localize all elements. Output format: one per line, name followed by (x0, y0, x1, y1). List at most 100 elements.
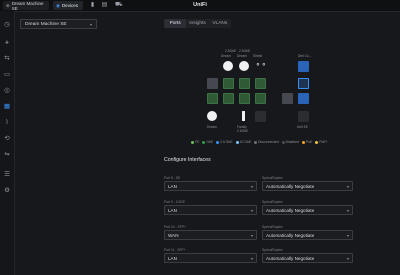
chevron-down-icon: ▾ (346, 232, 349, 238)
topology-icon[interactable]: ▤ (101, 2, 108, 9)
chevron-down-icon: ▾ (346, 183, 349, 189)
port-connected[interactable] (239, 61, 249, 71)
topology-icon[interactable]: ⚹ (3, 39, 11, 47)
device-icon[interactable]: ▮ (89, 2, 96, 9)
clients-icon[interactable]: ⇆ (3, 55, 11, 63)
chevron-down-icon: ▾ (346, 207, 349, 213)
port-connected[interactable] (223, 61, 233, 71)
tab-ports[interactable]: Ports (164, 19, 187, 28)
port-field-label: Port 8 - SE (164, 176, 181, 180)
speed-field-label: Speed/Duplex (262, 225, 283, 229)
port[interactable] (255, 78, 266, 89)
port-label: Shield (253, 54, 263, 58)
app-title: UniFi (193, 2, 207, 8)
select-value: LAN (168, 255, 177, 261)
port[interactable] (255, 93, 266, 104)
settings-icon[interactable]: ⚙ (3, 187, 11, 195)
legend-item: FE (191, 140, 199, 144)
tab-insights[interactable]: Insights (186, 19, 208, 28)
port-label: Dream (207, 125, 217, 129)
port[interactable] (239, 93, 250, 104)
unifi-icon: ◉ (56, 2, 60, 8)
legend-item: Disabled (281, 140, 299, 144)
legend-dot (254, 140, 258, 144)
tab-dream-machine[interactable]: ⊕ Dream Machine SE (3, 0, 49, 11)
device-select[interactable]: Dream Machine SE ▾ (20, 19, 97, 29)
speed-field-label: Speed/Duplex (262, 200, 283, 204)
chevron-down-icon: ▾ (250, 183, 253, 189)
history-icon[interactable]: ⟲ (3, 135, 11, 143)
legend-item: GbE (202, 140, 213, 144)
port[interactable] (298, 93, 309, 104)
chevron-down-icon: ▾ (250, 255, 253, 261)
legend-item: Disconnected (254, 140, 279, 144)
tab-label: Devices (61, 3, 78, 8)
dashboard-icon[interactable]: ◷ (3, 21, 11, 29)
chevron-down-icon: ▾ (250, 207, 253, 213)
port-field-label: Port 11 - SFP+ (164, 248, 186, 252)
speed-field-label: Speed/Duplex (262, 248, 283, 252)
select-value: WAN (168, 232, 179, 238)
port-network-select[interactable]: LAN ▾ (164, 205, 257, 215)
legend-dot (315, 140, 319, 144)
port[interactable] (223, 93, 234, 104)
list-icon[interactable]: ☰ (3, 171, 11, 179)
chevron-down-icon: ▾ (250, 232, 253, 238)
wifi-icon[interactable]: ◎ (3, 87, 11, 95)
port[interactable] (298, 111, 309, 122)
port-connected[interactable] (242, 111, 245, 121)
tab-vlans[interactable]: VLANs (209, 19, 231, 28)
port-label: 2.5GbE (237, 129, 249, 133)
select-value: Automatically Negotiate (266, 232, 315, 238)
speed-select[interactable]: Automatically Negotiate ▾ (262, 253, 353, 263)
tab-devices[interactable]: ◉ Devices (53, 1, 83, 10)
port[interactable] (255, 111, 266, 122)
port-label: Dream (237, 54, 247, 58)
devices-icon[interactable]: ▭ (3, 71, 11, 79)
section-title: Configure Interfaces (164, 157, 211, 163)
select-value: LAN (168, 207, 177, 213)
port-network-select[interactable]: WAN ▾ (164, 230, 257, 240)
speed-select[interactable]: Automatically Negotiate ▾ (262, 205, 353, 215)
chevron-down-icon: ▾ (89, 21, 92, 27)
port[interactable] (207, 93, 218, 104)
port-legend: FE GbE 2.5 GbE 10 GbE Disconnected Disab… (191, 140, 328, 144)
sfp-port[interactable] (298, 61, 309, 72)
port-label: Dream (221, 54, 231, 58)
select-value: LAN (168, 183, 177, 189)
port[interactable] (239, 78, 250, 89)
device-select-value: Dream Machine SE (25, 21, 67, 27)
port-network-select[interactable]: LAN ▾ (164, 253, 257, 263)
speed-select[interactable]: Automatically Negotiate ▾ (262, 230, 353, 240)
port-network-select[interactable]: LAN ▾ (164, 181, 257, 191)
legend-dot (191, 140, 194, 144)
insights-icon[interactable]: ⌇ (3, 119, 11, 127)
speed-field-label: Speed/Duplex (262, 176, 283, 180)
legend-item: PoE (301, 140, 312, 144)
legend-dot (301, 140, 305, 144)
legend-dot (216, 140, 220, 144)
shield-icon[interactable]: ⚬⚬ (255, 61, 267, 69)
port[interactable] (207, 78, 218, 89)
network-icon[interactable]: ⇋ (3, 151, 11, 159)
ports-icon[interactable]: ▦ (3, 103, 11, 111)
port-label: Dell Co... (298, 54, 312, 58)
port-field-label: Port 9 - 2.5GE (164, 200, 186, 204)
select-value: Automatically Negotiate (266, 207, 315, 213)
tab-label: Dream Machine SE (11, 0, 44, 11)
globe-icon: ⊕ (6, 2, 10, 8)
port-selected[interactable] (298, 78, 309, 89)
port[interactable] (282, 93, 293, 104)
title-bar: ⊕ Dream Machine SE ◉ Devices ▮ ▤ ⛟ UniFi (0, 0, 400, 12)
port-connected[interactable] (207, 111, 217, 121)
speed-select[interactable]: Automatically Negotiate ▾ (262, 181, 353, 191)
car-icon[interactable]: ⛟ (115, 2, 123, 9)
port[interactable] (223, 78, 234, 89)
legend-dot (235, 140, 239, 144)
legend-dot (281, 140, 285, 144)
legend-item: PoE+ (315, 140, 328, 144)
legend-item: 2.5 GbE (216, 140, 233, 144)
sidebar: ◷ ⚹ ⇆ ▭ ◎ ▦ ⌇ ⟲ ⇋ ☰ ⚙ (0, 11, 15, 275)
port-label: 2.5GbE (225, 49, 237, 53)
legend-item: 10 GbE (235, 140, 251, 144)
